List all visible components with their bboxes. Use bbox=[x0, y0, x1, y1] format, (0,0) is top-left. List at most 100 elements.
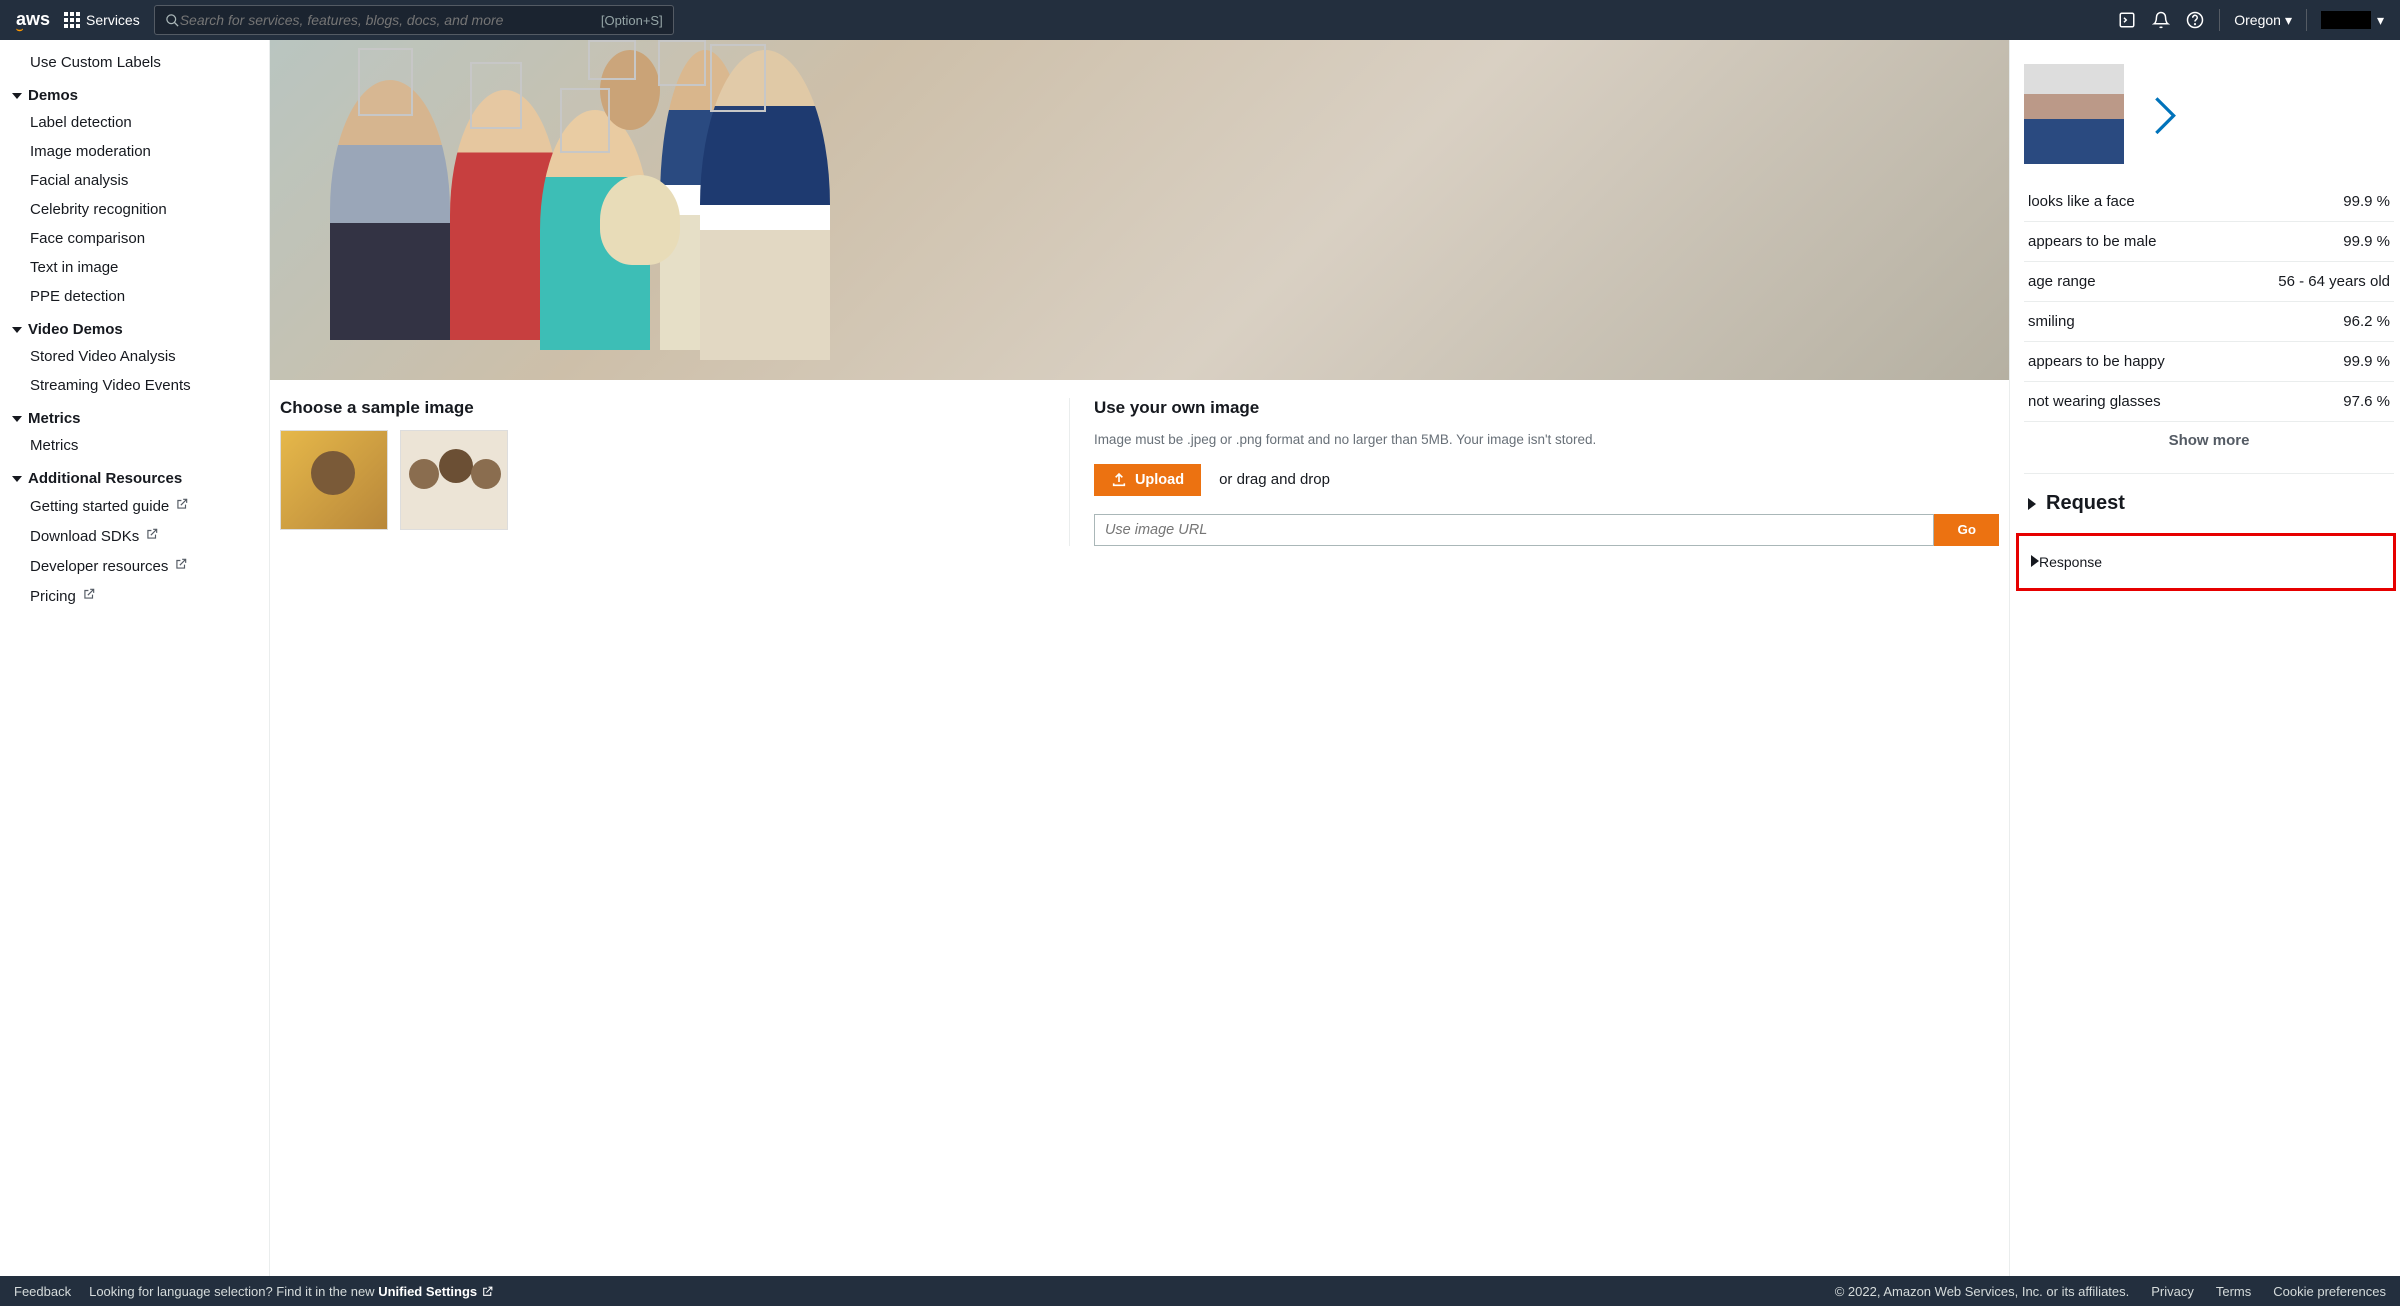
caret-right-icon bbox=[2028, 498, 2036, 510]
cloudshell-icon[interactable] bbox=[2117, 10, 2137, 30]
attribute-key: smiling bbox=[2028, 313, 2075, 330]
sample-heading: Choose a sample image bbox=[280, 398, 1049, 418]
sidebar-item-image-moderation[interactable]: Image moderation bbox=[12, 137, 269, 166]
sidebar-group-label: Metrics bbox=[28, 410, 81, 427]
services-label: Services bbox=[86, 12, 140, 28]
sidebar-item-label: Download SDKs bbox=[30, 528, 139, 545]
drag-drop-label: or drag and drop bbox=[1219, 471, 1330, 488]
chevron-down-icon: ▾ bbox=[2285, 12, 2292, 29]
attribute-row: appears to be male99.9 % bbox=[2024, 222, 2394, 262]
sidebar-item-download-sdks[interactable]: Download SDKs bbox=[12, 521, 269, 551]
attribute-value: 99.9 % bbox=[2343, 193, 2390, 210]
help-icon[interactable] bbox=[2185, 10, 2205, 30]
sidebar-item-stored-video-analysis[interactable]: Stored Video Analysis bbox=[12, 342, 269, 371]
own-image-heading: Use your own image bbox=[1094, 398, 1999, 418]
feedback-link[interactable]: Feedback bbox=[14, 1284, 71, 1299]
chevron-down-icon: ▾ bbox=[2377, 12, 2384, 29]
sidebar-item-face-comparison[interactable]: Face comparison bbox=[12, 224, 269, 253]
request-expander[interactable]: Request bbox=[2024, 473, 2394, 533]
attribute-value: 99.9 % bbox=[2343, 353, 2390, 370]
sidebar-group-metrics[interactable]: Metrics bbox=[12, 400, 269, 431]
image-url-input[interactable] bbox=[1094, 514, 1935, 546]
upload-button[interactable]: Upload bbox=[1094, 464, 1201, 496]
external-link-icon bbox=[175, 497, 189, 511]
sidebar-group-additional-resources[interactable]: Additional Resources bbox=[12, 460, 269, 491]
sidebar-item-streaming-video-events[interactable]: Streaming Video Events bbox=[12, 371, 269, 400]
sidebar-item-use-custom-labels[interactable]: Use Custom Labels bbox=[12, 48, 269, 77]
sidebar-item-label-detection[interactable]: Label detection bbox=[12, 108, 269, 137]
face-bounding-box bbox=[710, 44, 766, 112]
services-button[interactable]: Services bbox=[64, 12, 140, 28]
next-face-button[interactable] bbox=[2152, 94, 2178, 134]
go-button[interactable]: Go bbox=[1934, 514, 1999, 546]
attribute-key: age range bbox=[2028, 273, 2096, 290]
response-expander-highlight: Response bbox=[2016, 533, 2396, 591]
search-icon bbox=[165, 13, 180, 28]
response-label: Response bbox=[2039, 554, 2102, 570]
chevron-down-icon bbox=[12, 476, 22, 482]
sample-image-1[interactable] bbox=[280, 430, 388, 530]
sample-image-2[interactable] bbox=[400, 430, 508, 530]
attribute-row: not wearing glasses97.6 % bbox=[2024, 382, 2394, 422]
sidebar-item-facial-analysis[interactable]: Facial analysis bbox=[12, 166, 269, 195]
unified-settings-link[interactable]: Unified Settings bbox=[378, 1284, 494, 1299]
sidebar-item-ppe-detection[interactable]: PPE detection bbox=[12, 282, 269, 311]
chevron-down-icon bbox=[12, 327, 22, 333]
privacy-link[interactable]: Privacy bbox=[2151, 1284, 2194, 1299]
face-bounding-box bbox=[560, 88, 610, 153]
sidebar-item-pricing[interactable]: Pricing bbox=[12, 581, 269, 611]
upload-label: Upload bbox=[1135, 472, 1184, 488]
response-expander[interactable]: Response bbox=[2019, 554, 2393, 570]
sidebar-item-metrics[interactable]: Metrics bbox=[12, 431, 269, 460]
aws-logo[interactable]: aws⌣ bbox=[16, 9, 50, 31]
sidebar-item-text-in-image[interactable]: Text in image bbox=[12, 253, 269, 282]
region-selector[interactable]: Oregon ▾ bbox=[2234, 12, 2292, 29]
copyright: © 2022, Amazon Web Services, Inc. or its… bbox=[1835, 1284, 2130, 1299]
request-label: Request bbox=[2046, 492, 2125, 515]
sidebar: Use Custom Labels Demos Label detection … bbox=[0, 40, 270, 1276]
region-label: Oregon bbox=[2234, 12, 2281, 28]
search-input[interactable] bbox=[180, 12, 601, 28]
language-prompt-text: Looking for language selection? Find it … bbox=[89, 1284, 378, 1299]
sidebar-item-label: Pricing bbox=[30, 588, 76, 605]
attribute-key: looks like a face bbox=[2028, 193, 2135, 210]
face-bounding-box bbox=[658, 40, 706, 86]
show-more-button[interactable]: Show more bbox=[2024, 422, 2394, 473]
face-bounding-box bbox=[588, 40, 636, 80]
cookie-preferences-link[interactable]: Cookie preferences bbox=[2273, 1284, 2386, 1299]
attribute-value: 97.6 % bbox=[2343, 393, 2390, 410]
sidebar-group-video-demos[interactable]: Video Demos bbox=[12, 311, 269, 342]
global-search[interactable]: [Option+S] bbox=[154, 5, 674, 35]
sidebar-group-label: Additional Resources bbox=[28, 470, 182, 487]
terms-link[interactable]: Terms bbox=[2216, 1284, 2251, 1299]
results-panel: looks like a face99.9 %appears to be mal… bbox=[2010, 40, 2400, 1276]
footer: Feedback Looking for language selection?… bbox=[0, 1276, 2400, 1306]
detected-face-thumbnail[interactable] bbox=[2024, 64, 2124, 164]
attribute-row: smiling96.2 % bbox=[2024, 302, 2394, 342]
account-name-redacted bbox=[2321, 11, 2371, 29]
chevron-down-icon bbox=[12, 93, 22, 99]
caret-right-icon bbox=[2031, 555, 2039, 567]
external-link-icon bbox=[481, 1285, 494, 1298]
notifications-icon[interactable] bbox=[2151, 10, 2171, 30]
attribute-value: 99.9 % bbox=[2343, 233, 2390, 250]
attribute-row: looks like a face 99.9 % bbox=[2024, 182, 2394, 222]
services-grid-icon bbox=[64, 12, 80, 28]
sidebar-item-developer-resources[interactable]: Developer resources bbox=[12, 551, 269, 581]
sidebar-item-celebrity-recognition[interactable]: Celebrity recognition bbox=[12, 195, 269, 224]
sidebar-item-label: Getting started guide bbox=[30, 498, 169, 515]
sidebar-item-label: Developer resources bbox=[30, 558, 168, 575]
language-prompt: Looking for language selection? Find it … bbox=[89, 1284, 494, 1299]
sidebar-group-demos[interactable]: Demos bbox=[12, 77, 269, 108]
sidebar-group-label: Demos bbox=[28, 87, 78, 104]
sidebar-group-label: Video Demos bbox=[28, 321, 123, 338]
external-link-icon bbox=[174, 557, 188, 571]
upload-icon bbox=[1111, 472, 1127, 488]
top-nav: aws⌣ Services [Option+S] Oregon ▾ ▾ bbox=[0, 0, 2400, 40]
external-link-icon bbox=[145, 527, 159, 541]
external-link-icon bbox=[82, 587, 96, 601]
search-shortcut: [Option+S] bbox=[601, 13, 663, 28]
unified-settings-label: Unified Settings bbox=[378, 1284, 477, 1299]
sidebar-item-getting-started[interactable]: Getting started guide bbox=[12, 491, 269, 521]
account-menu[interactable]: ▾ bbox=[2321, 11, 2384, 29]
